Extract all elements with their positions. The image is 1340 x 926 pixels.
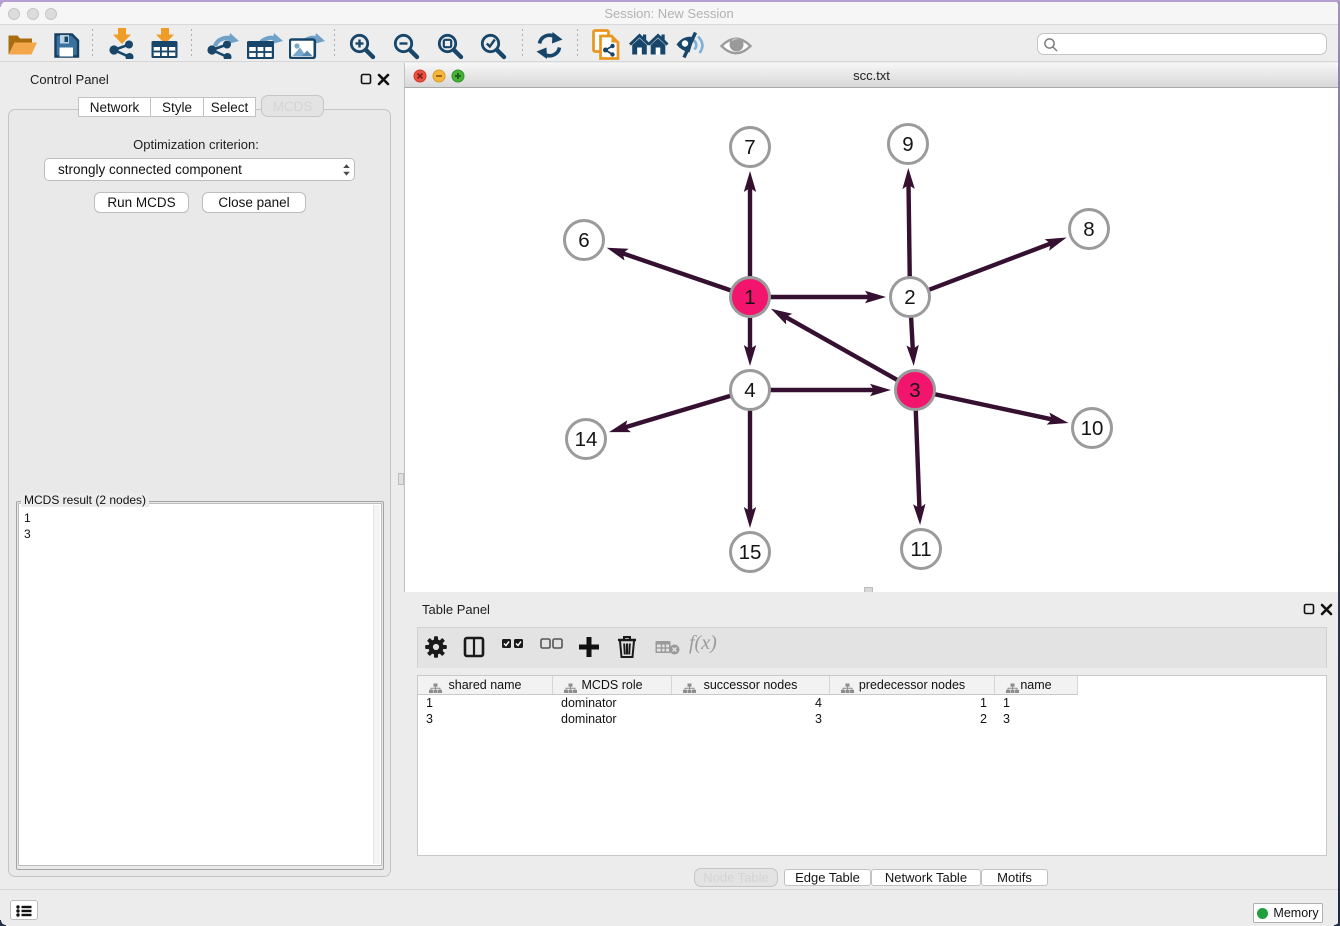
svg-text:9: 9: [902, 133, 913, 156]
svg-text:1: 1: [744, 286, 755, 309]
svg-text:7: 7: [744, 136, 755, 159]
svg-text:3: 3: [909, 379, 920, 402]
svg-text:6: 6: [578, 229, 589, 252]
svg-text:11: 11: [910, 538, 931, 561]
svg-text:15: 15: [739, 541, 762, 564]
svg-text:8: 8: [1083, 218, 1094, 241]
svg-text:2: 2: [904, 286, 915, 309]
svg-text:14: 14: [575, 428, 598, 451]
svg-text:4: 4: [744, 379, 755, 402]
svg-text:10: 10: [1081, 417, 1104, 440]
